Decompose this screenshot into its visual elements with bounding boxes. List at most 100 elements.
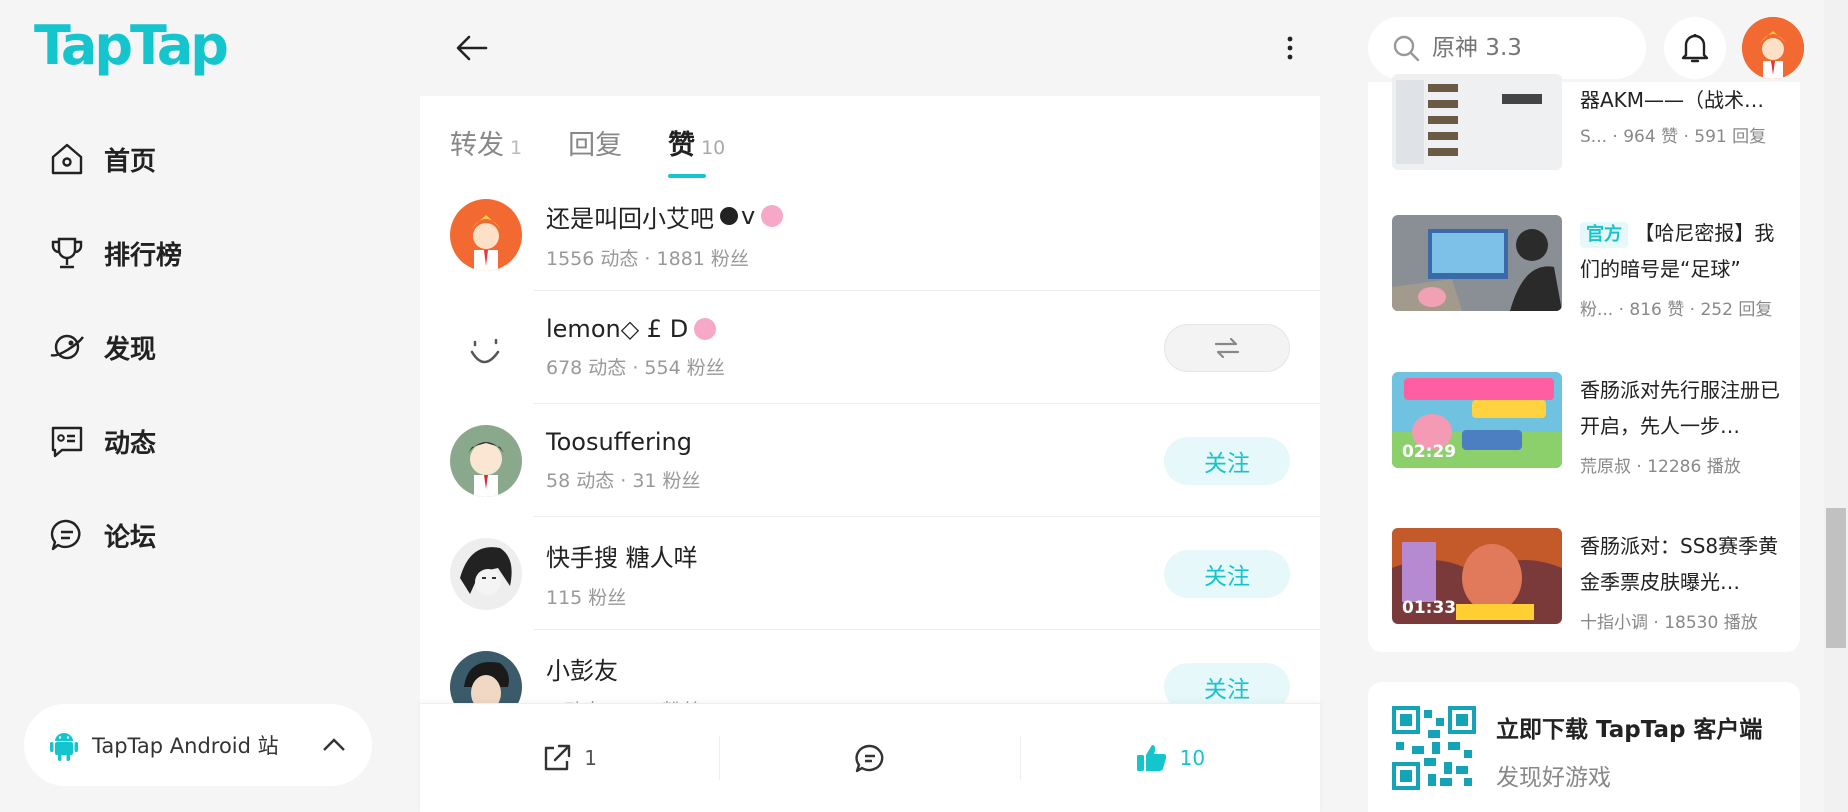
tab-reposts[interactable]: 转发 1 [450, 123, 522, 178]
recommended-item[interactable]: 01:33 香肠派对：SS8赛季黄金季票皮肤曝光… 十指小调 · 18530 播… [1392, 528, 1784, 633]
user-stats: 678 动态 · 554 粉丝 [546, 357, 725, 379]
tab-count: 1 [510, 137, 523, 159]
rec-meta: 荒原叔 · 12286 播放 [1580, 457, 1741, 477]
user-name-suffix: v [741, 202, 756, 230]
user-name[interactable]: Toosuffering [546, 428, 692, 456]
android-pill-label: TapTap Android 站 [92, 734, 279, 758]
sidebar-item-label: 动态 [104, 428, 157, 459]
scrollbar-thumb[interactable] [1826, 508, 1846, 648]
tab-replies[interactable]: 回复 [568, 123, 622, 178]
avatar-image [450, 311, 522, 384]
tab-count: 10 [701, 137, 726, 159]
user-row[interactable]: 还是叫回小艾吧 v 1556 动态 · 1881 粉丝 [420, 178, 1320, 291]
comment-icon [855, 744, 884, 773]
avatar-image [450, 198, 522, 271]
sidebar-item-label: 首页 [104, 146, 157, 177]
video-thumbnail[interactable] [1392, 74, 1562, 170]
user-stats: 58 动态 · 31 粉丝 [546, 470, 701, 492]
post-action-bar: 1 10 [420, 703, 1320, 812]
like-count: 10 [1179, 746, 1206, 770]
search-bar[interactable] [1368, 17, 1646, 79]
video-thumbnail[interactable]: 01:33 [1392, 528, 1562, 624]
sidebar-item-label: 发现 [104, 334, 157, 365]
user-row[interactable]: 快手搜 糖人咩 115 粉丝 关注 [420, 517, 1320, 630]
avatar-image [450, 424, 522, 497]
notification-button[interactable] [1664, 17, 1726, 79]
sidebar-item-discover[interactable]: 发现 [48, 327, 182, 367]
user-name[interactable]: 小彭友 [546, 651, 618, 686]
planet-icon [50, 334, 84, 360]
rec-title[interactable]: 器AKM——（战术… [1580, 82, 1780, 118]
download-title: 立即下载 TapTap 客户端 [1496, 717, 1763, 743]
tab-likes[interactable]: 赞 10 [668, 123, 725, 178]
recommended-item[interactable]: 官方 【哈尼密报】我们的暗号是“足球” 粉... · 816 赞 · 252 回… [1392, 215, 1784, 320]
qr-code-image [1392, 706, 1476, 790]
level-badge-icon [761, 205, 784, 227]
recommended-item[interactable]: 器AKM——（战术… S... · 964 赞 · 591 回复 [1392, 74, 1784, 170]
official-tag: 官方 [1580, 222, 1628, 248]
bell-icon [1681, 34, 1709, 63]
page-scrollbar[interactable] [1824, 0, 1848, 812]
sidebar-item-label: 排行榜 [104, 240, 183, 271]
sidebar-item-label: 论坛 [104, 522, 157, 553]
share-button[interactable]: 1 [420, 736, 721, 780]
android-download-pill[interactable]: TapTap Android 站 [24, 704, 372, 786]
level-badge-icon [694, 318, 717, 340]
tab-label: 回复 [568, 130, 623, 161]
rec-title[interactable]: 官方 【哈尼密报】我们的暗号是“足球” [1580, 215, 1780, 287]
user-list: 还是叫回小艾吧 v 1556 动态 · 1881 粉丝 lemon◇ £ D 67… [420, 178, 1320, 743]
thumbs-up-icon [1136, 745, 1166, 771]
sidebar-nav: 首页 排行榜 发现 动态 论坛 [48, 139, 182, 609]
user-name[interactable]: 还是叫回小艾吧 [546, 199, 714, 234]
video-duration: 02:29 [1402, 442, 1457, 462]
video-thumbnail[interactable]: 02:29 [1392, 372, 1562, 468]
user-name[interactable]: 快手搜 糖人咩 [546, 538, 698, 573]
taptap-logo[interactable]: TapTap [34, 14, 229, 77]
android-icon [50, 733, 78, 761]
follow-button[interactable]: 关注 [1164, 549, 1290, 598]
recommended-list: 器AKM——（战术… S... · 964 赞 · 591 回复 官方 【哈尼密… [1368, 74, 1800, 652]
rec-title[interactable]: 香肠派对先行服注册已开启，先人一步… [1580, 372, 1780, 444]
search-icon [1393, 35, 1420, 62]
comment-button[interactable] [720, 736, 1021, 780]
avatar[interactable] [450, 537, 522, 610]
thumbnail-image [1392, 215, 1562, 311]
download-subtitle: 发现好游戏 [1496, 765, 1611, 791]
user-row[interactable]: Toosuffering 58 动态 · 31 粉丝 关注 [420, 404, 1320, 517]
mutual-follow-button[interactable] [1164, 323, 1290, 372]
download-app-card[interactable]: 立即下载 TapTap 客户端 发现好游戏 [1368, 682, 1800, 812]
tab-label: 赞 [668, 130, 696, 161]
recommended-item[interactable]: 02:29 香肠派对先行服注册已开启，先人一步… 荒原叔 · 12286 播放 [1392, 372, 1784, 477]
user-avatar[interactable] [1742, 17, 1804, 79]
avatar[interactable] [450, 311, 522, 384]
video-thumbnail[interactable] [1392, 215, 1562, 311]
verified-badge-icon [720, 207, 738, 225]
back-arrow-icon[interactable] [454, 30, 490, 66]
mutual-arrows-icon [1214, 337, 1240, 358]
tab-label: 转发 [450, 130, 504, 161]
tab-bar: 转发 1 回复 赞 10 [420, 96, 1320, 178]
more-menu-icon[interactable] [1280, 34, 1300, 62]
sidebar-item-ranking[interactable]: 排行榜 [48, 233, 182, 273]
feed-icon [51, 426, 83, 458]
share-count: 1 [584, 746, 598, 770]
sidebar-item-feed[interactable]: 动态 [48, 421, 182, 461]
chevron-up-icon[interactable] [322, 738, 346, 752]
rec-title[interactable]: 香肠派对：SS8赛季黄金季票皮肤曝光… [1580, 528, 1780, 600]
avatar-image [1742, 17, 1804, 79]
user-row[interactable]: lemon◇ £ D 678 动态 · 554 粉丝 [420, 291, 1320, 404]
like-button[interactable]: 10 [1021, 736, 1320, 780]
follow-button[interactable]: 关注 [1164, 436, 1290, 485]
sidebar-item-home[interactable]: 首页 [48, 139, 182, 179]
avatar-image [450, 537, 522, 610]
sidebar-item-forum[interactable]: 论坛 [48, 515, 182, 555]
trophy-icon [51, 237, 83, 269]
avatar[interactable] [450, 198, 522, 271]
rec-meta: 粉... · 816 赞 · 252 回复 [1580, 300, 1773, 320]
video-duration: 01:33 [1402, 598, 1457, 618]
user-stats: 1556 动态 · 1881 粉丝 [546, 247, 749, 270]
user-name[interactable]: lemon◇ £ D [546, 315, 688, 343]
user-stats: 115 粉丝 [546, 586, 627, 609]
avatar[interactable] [450, 424, 522, 497]
search-input[interactable] [1432, 35, 1622, 61]
